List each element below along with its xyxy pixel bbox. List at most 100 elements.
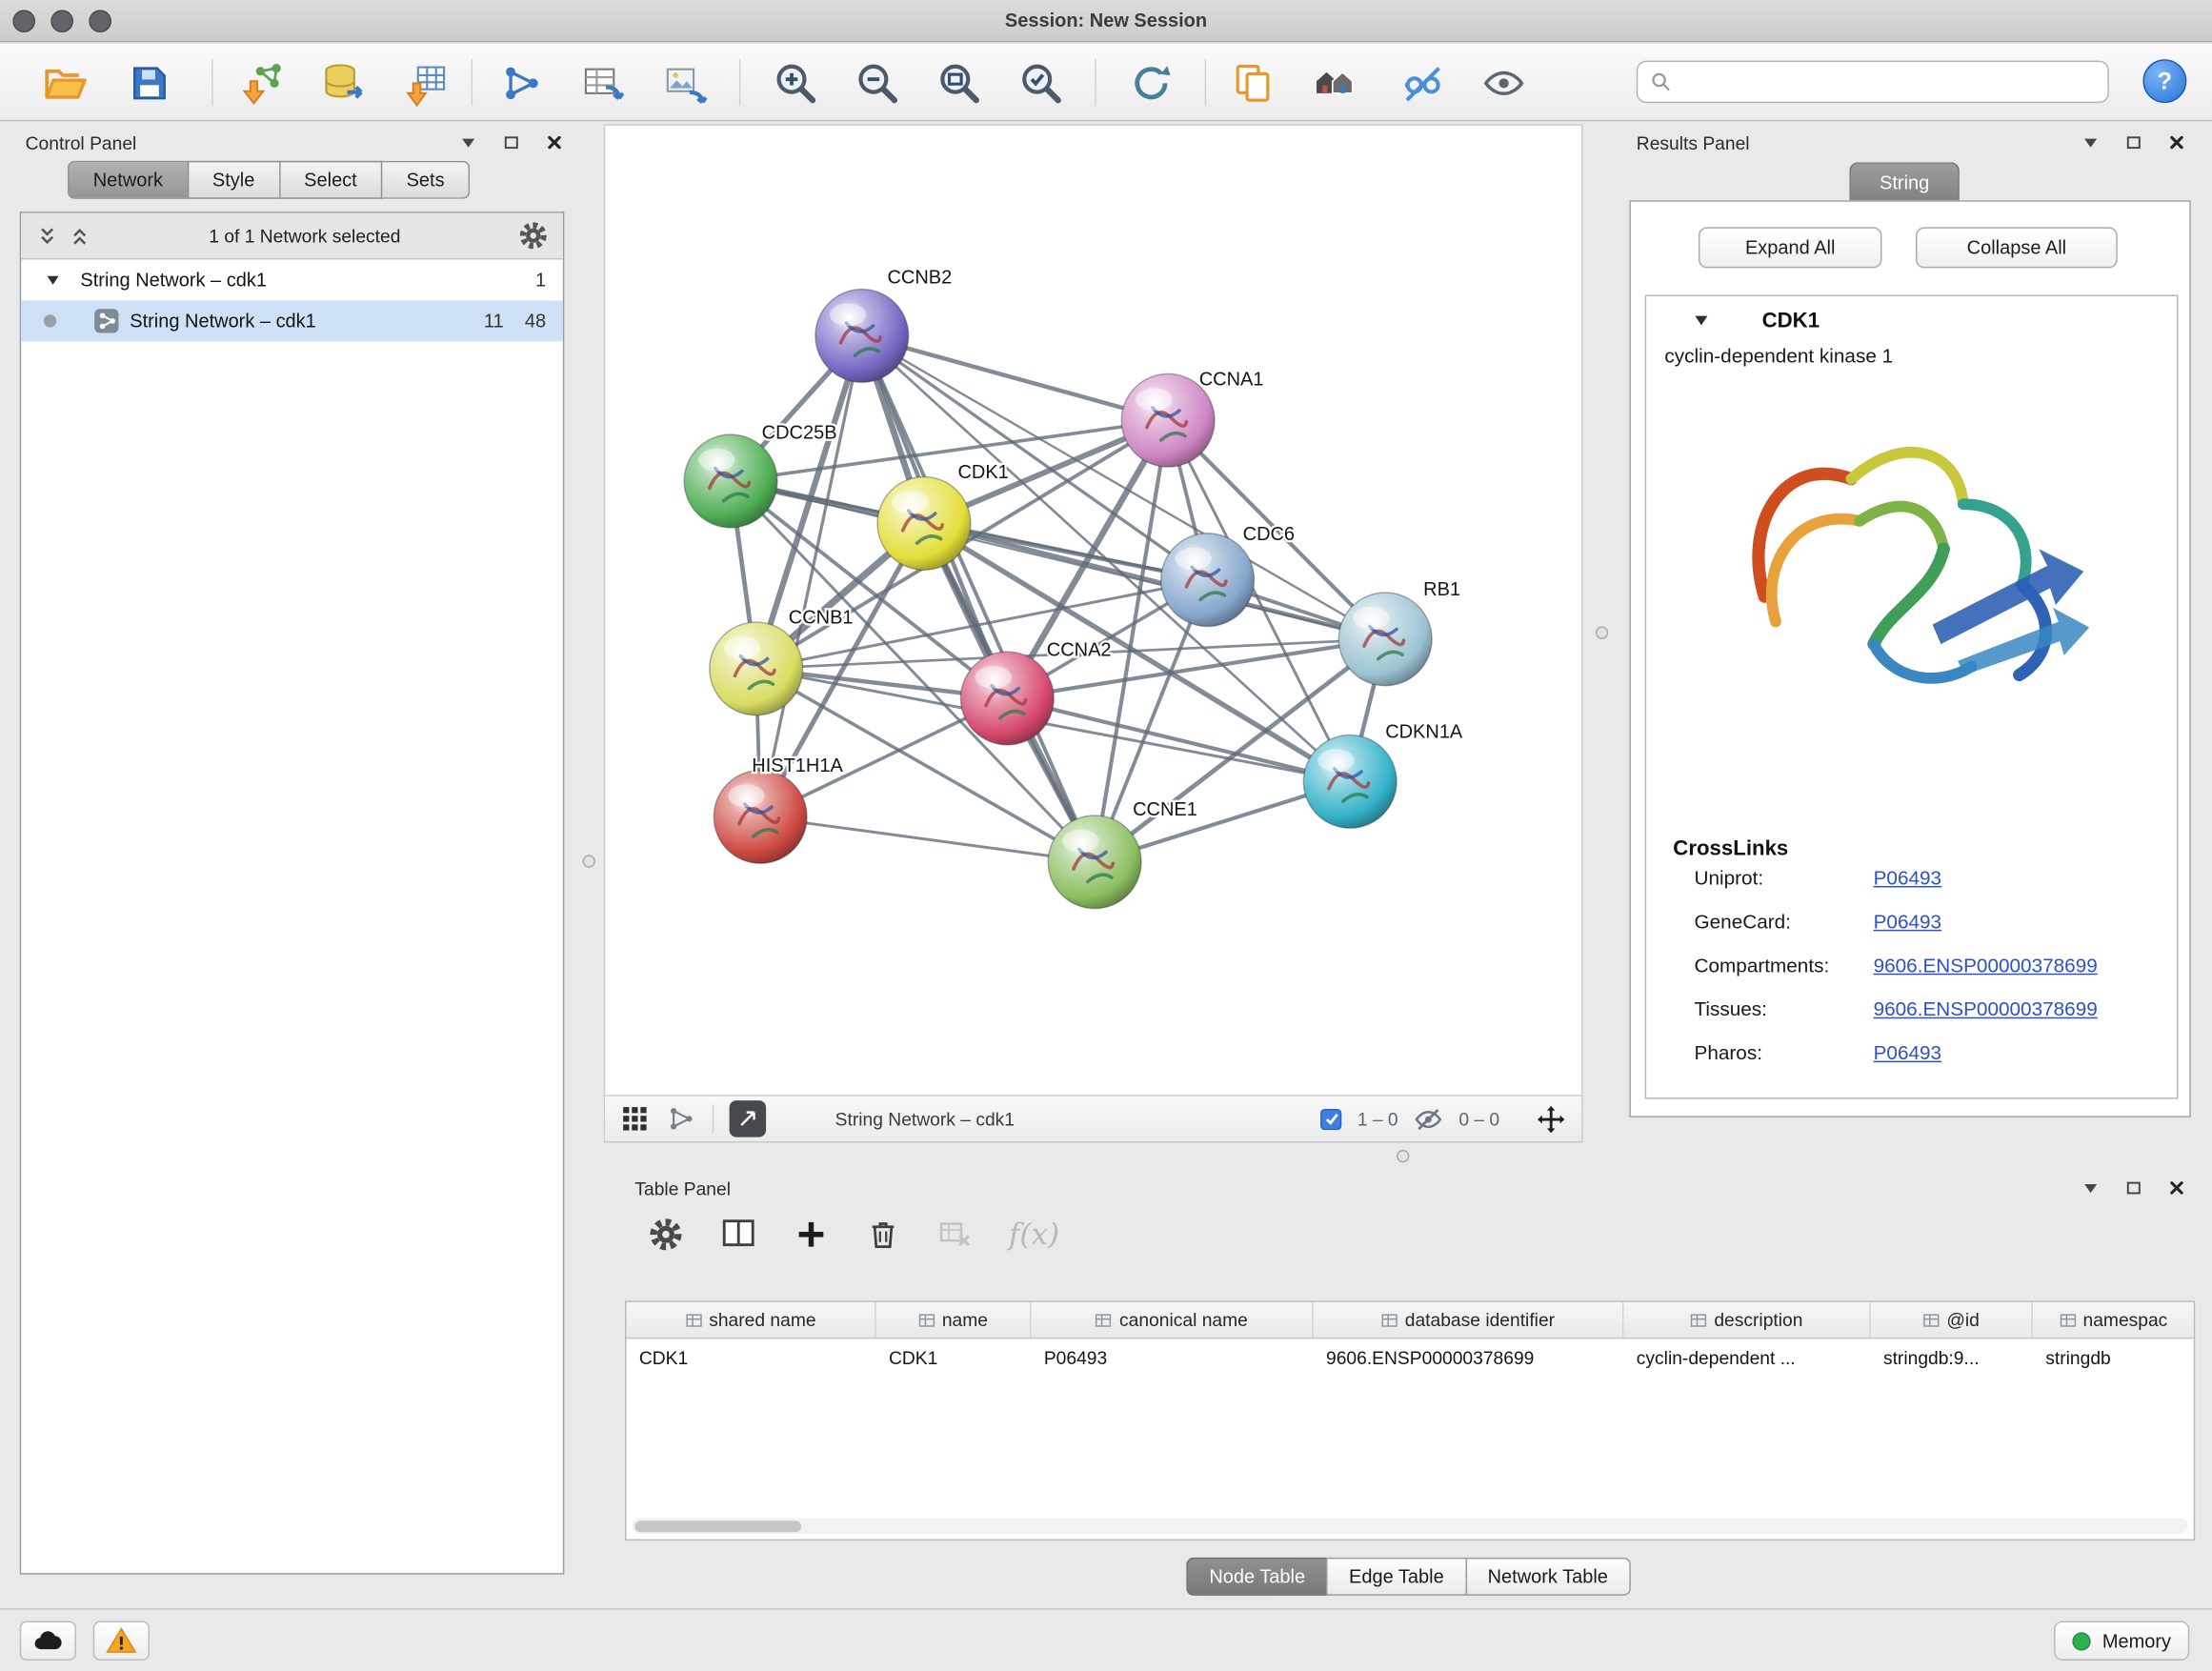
function-builder-disabled: f(x) [1009,1217,1059,1251]
protein-section-header[interactable]: CDK1 [1646,296,2177,344]
splitter-handle[interactable] [1596,627,1608,639]
tab-node-table[interactable]: Node Table [1187,1558,1328,1596]
pan-move-icon[interactable] [1535,1102,1567,1135]
network-share-small-icon[interactable] [666,1103,697,1135]
crosslink-link[interactable]: 9606.ENSP00000378699 [1874,954,2098,976]
graph-node-RB1[interactable] [1338,593,1432,686]
zoom-fit-button[interactable] [931,55,987,111]
tab-network-table[interactable]: Network Table [1465,1558,1631,1596]
panel-float-icon[interactable] [2124,133,2142,151]
cloud-button[interactable] [20,1621,76,1661]
panel-menu-icon[interactable] [458,132,478,152]
crosslink-link[interactable]: P06493 [1874,866,1941,889]
tab-sets[interactable]: Sets [382,161,470,199]
home-button[interactable] [1306,55,1362,111]
export-image-button[interactable] [657,55,714,111]
graph-node-HIST1H1A[interactable] [714,771,807,864]
column-header[interactable]: name [876,1302,1032,1338]
graph-node-CDKN1A[interactable] [1303,735,1397,829]
panel-menu-icon[interactable] [2081,132,2101,152]
graph-node-CCNA2[interactable] [960,652,1054,745]
horizontal-scrollbar [632,1518,2187,1533]
import-table-button[interactable] [398,55,454,111]
column-header[interactable]: canonical name [1032,1302,1314,1338]
node-label-CCNE1: CCNE1 [1133,799,1197,820]
graph-edge[interactable] [760,335,862,816]
title-bar: Session: New Session [0,0,2212,42]
crosslink-link[interactable]: 9606.ENSP00000378699 [1874,997,2098,1020]
open-folder-icon [41,59,89,107]
splitter-handle[interactable] [1397,1150,1409,1162]
show-labels-button[interactable] [1476,55,1532,111]
clone-network-button[interactable] [493,55,550,111]
column-header[interactable]: description [1623,1302,1870,1338]
panel-close-icon[interactable] [545,132,565,152]
crosslink-row: Uniprot: P06493 [1646,866,2177,897]
columns-icon[interactable] [719,1215,757,1253]
memory-button[interactable]: Memory [2054,1621,2189,1661]
disclosure-triangle-icon[interactable] [1692,311,1712,331]
refresh-button[interactable] [1123,55,1179,111]
tab-network[interactable]: Network [68,161,189,199]
column-header[interactable]: @id [1871,1302,2033,1338]
search-input[interactable] [1673,62,2108,101]
node-label-CDK1: CDK1 [958,462,1009,483]
zoom-in-button[interactable] [768,55,824,111]
graph-edge[interactable] [862,335,1095,861]
network-collection-row[interactable]: String Network – cdk1 1 [21,259,563,300]
expand-all-button[interactable]: Expand All [1699,227,1882,268]
crosslink-link[interactable]: P06493 [1874,910,1941,933]
import-network-file-button[interactable] [234,55,291,111]
graph-node-CCNE1[interactable] [1048,815,1141,909]
open-session-button[interactable] [37,55,93,111]
zoom-in-icon [772,59,819,107]
disclosure-triangle-icon[interactable] [44,271,62,289]
tab-style[interactable]: Style [189,161,280,199]
selected-checkbox-icon[interactable] [1320,1108,1341,1129]
expand-all-icon[interactable] [35,224,59,248]
birdseye-grid-icon[interactable] [619,1103,651,1135]
panel-menu-icon[interactable] [2081,1178,2101,1198]
graph-node-CDC6[interactable] [1161,534,1255,627]
table-row[interactable]: CDK1 CDK1 P06493 9606.ENSP00000378699 cy… [627,1339,2194,1376]
warnings-button[interactable] [93,1621,150,1661]
graph-node-CDK1[interactable] [877,477,971,571]
add-column-plus-icon[interactable] [793,1216,830,1253]
import-network-database-button[interactable] [316,55,372,111]
collapse-all-button[interactable]: Collapse All [1916,227,2118,268]
delete-trash-icon[interactable] [865,1216,902,1253]
tab-select[interactable]: Select [280,161,382,199]
protein-description: cyclin-dependent kinase 1 [1646,344,2177,367]
toolbar-search [1637,61,2109,103]
splitter-handle[interactable] [583,855,595,867]
gear-icon[interactable] [517,220,549,252]
graph-node-CDC25B[interactable] [684,434,777,528]
documents-button[interactable] [1224,55,1280,111]
graph-edge[interactable] [760,816,1095,861]
column-header[interactable]: namespac [2033,1302,2194,1338]
tab-edge-table[interactable]: Edge Table [1326,1558,1466,1596]
crosslink-link[interactable]: P06493 [1874,1041,1941,1064]
column-header[interactable]: shared name [627,1302,876,1338]
panel-float-icon[interactable] [502,133,520,151]
table-gear-icon[interactable] [648,1216,685,1253]
open-in-new-window-button[interactable] [730,1100,767,1137]
graph-edge[interactable] [1007,698,1350,781]
save-session-button[interactable] [121,55,177,111]
zoom-out-button[interactable] [849,55,905,111]
network-row-selected[interactable]: String Network – cdk1 11 48 [21,300,563,341]
tab-string[interactable]: String [1849,162,1960,201]
panel-close-icon[interactable] [2167,1178,2187,1198]
panel-float-icon[interactable] [2124,1178,2142,1197]
column-header[interactable]: database identifier [1314,1302,1624,1338]
zoom-selected-button[interactable] [1013,55,1069,111]
help-button[interactable]: ? [2142,59,2186,103]
new-table-button[interactable] [575,55,632,111]
graph-node-CCNB2[interactable] [815,290,909,383]
graph-node-CCNB1[interactable] [710,622,803,715]
panel-close-icon[interactable] [2167,132,2187,152]
glass-effect-button[interactable] [1394,55,1450,111]
collapse-all-icon[interactable] [68,224,91,248]
network-graph[interactable]: CCNB2CCNA1CDC25BCDK1CDC6RB1CCNB1CCNA2CDK… [605,126,1581,1095]
scrollbar-thumb[interactable] [634,1520,801,1532]
